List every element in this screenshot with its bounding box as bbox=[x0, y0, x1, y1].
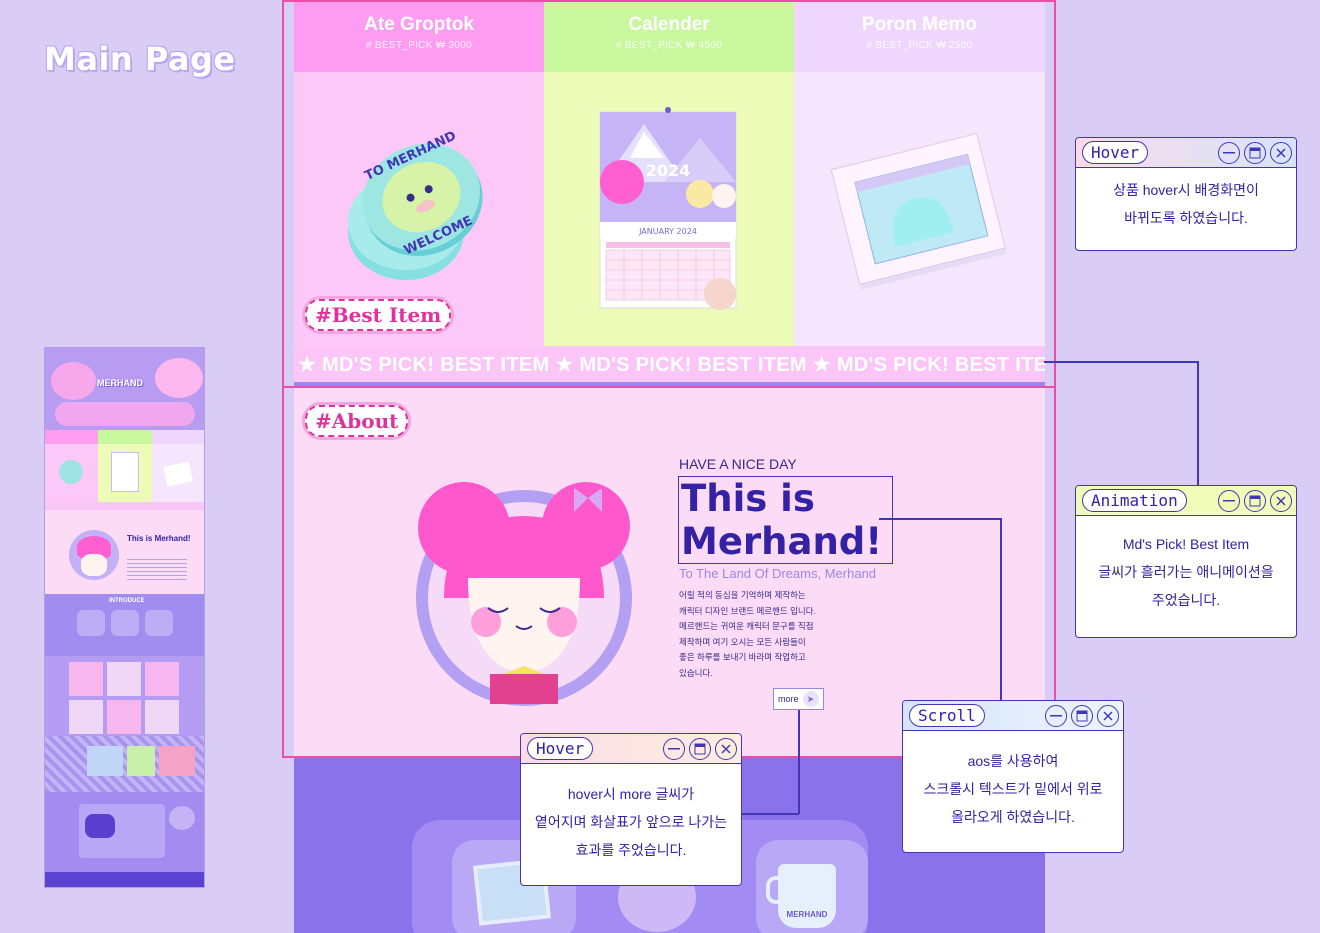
connector-line bbox=[798, 710, 800, 814]
connector-line bbox=[879, 518, 1000, 520]
annotation-animation: Animation Md's Pick! Best Item 글씨가 흘러가는 … bbox=[1075, 485, 1297, 638]
full-page-thumbnail: MERHAND This is Merhand! INTRODUCE bbox=[44, 347, 205, 888]
annotation-hover-more: Hover hover시 more 글씨가 옅어지며 화살표가 앞으로 나가는 … bbox=[520, 733, 742, 886]
thumb-logo: MERHAND bbox=[97, 378, 143, 388]
connector-line bbox=[1000, 518, 1002, 701]
minimize-icon[interactable] bbox=[1218, 141, 1240, 164]
annotation-label: Hover bbox=[527, 737, 594, 760]
annotation-hover-products: Hover 상품 hover시 배경화면이 바뀌도록 하였습니다. bbox=[1075, 137, 1297, 251]
annotation-label: Scroll bbox=[909, 704, 985, 727]
minimize-icon[interactable] bbox=[1218, 489, 1240, 512]
connector-line bbox=[1197, 361, 1199, 487]
page-title: Main Page bbox=[44, 40, 236, 78]
annotation-label: Hover bbox=[1082, 141, 1149, 164]
thumb-section-introduce: INTRODUCE bbox=[109, 598, 145, 604]
annotation-label: Animation bbox=[1082, 489, 1187, 512]
close-icon[interactable] bbox=[1270, 141, 1292, 164]
close-icon[interactable] bbox=[715, 737, 737, 760]
close-icon[interactable] bbox=[1097, 704, 1119, 727]
maximize-icon[interactable] bbox=[1244, 141, 1266, 164]
maximize-icon[interactable] bbox=[1071, 704, 1093, 727]
maximize-icon[interactable] bbox=[1244, 489, 1266, 512]
maximize-icon[interactable] bbox=[689, 737, 711, 760]
product-thumbnail[interactable]: MERHAND bbox=[756, 840, 868, 933]
mug-text: MERHAND bbox=[786, 910, 828, 919]
connector-line bbox=[742, 813, 799, 815]
close-icon[interactable] bbox=[1270, 489, 1292, 512]
thumb-headline: This is Merhand! bbox=[127, 534, 191, 543]
connector-line bbox=[1044, 361, 1198, 363]
minimize-icon[interactable] bbox=[1045, 704, 1067, 727]
best-item-highlight bbox=[282, 0, 1056, 388]
minimize-icon[interactable] bbox=[663, 737, 685, 760]
annotation-scroll: Scroll aos를 사용하여 스크롤시 텍스트가 밑에서 위로 올라오게 하… bbox=[902, 700, 1124, 853]
